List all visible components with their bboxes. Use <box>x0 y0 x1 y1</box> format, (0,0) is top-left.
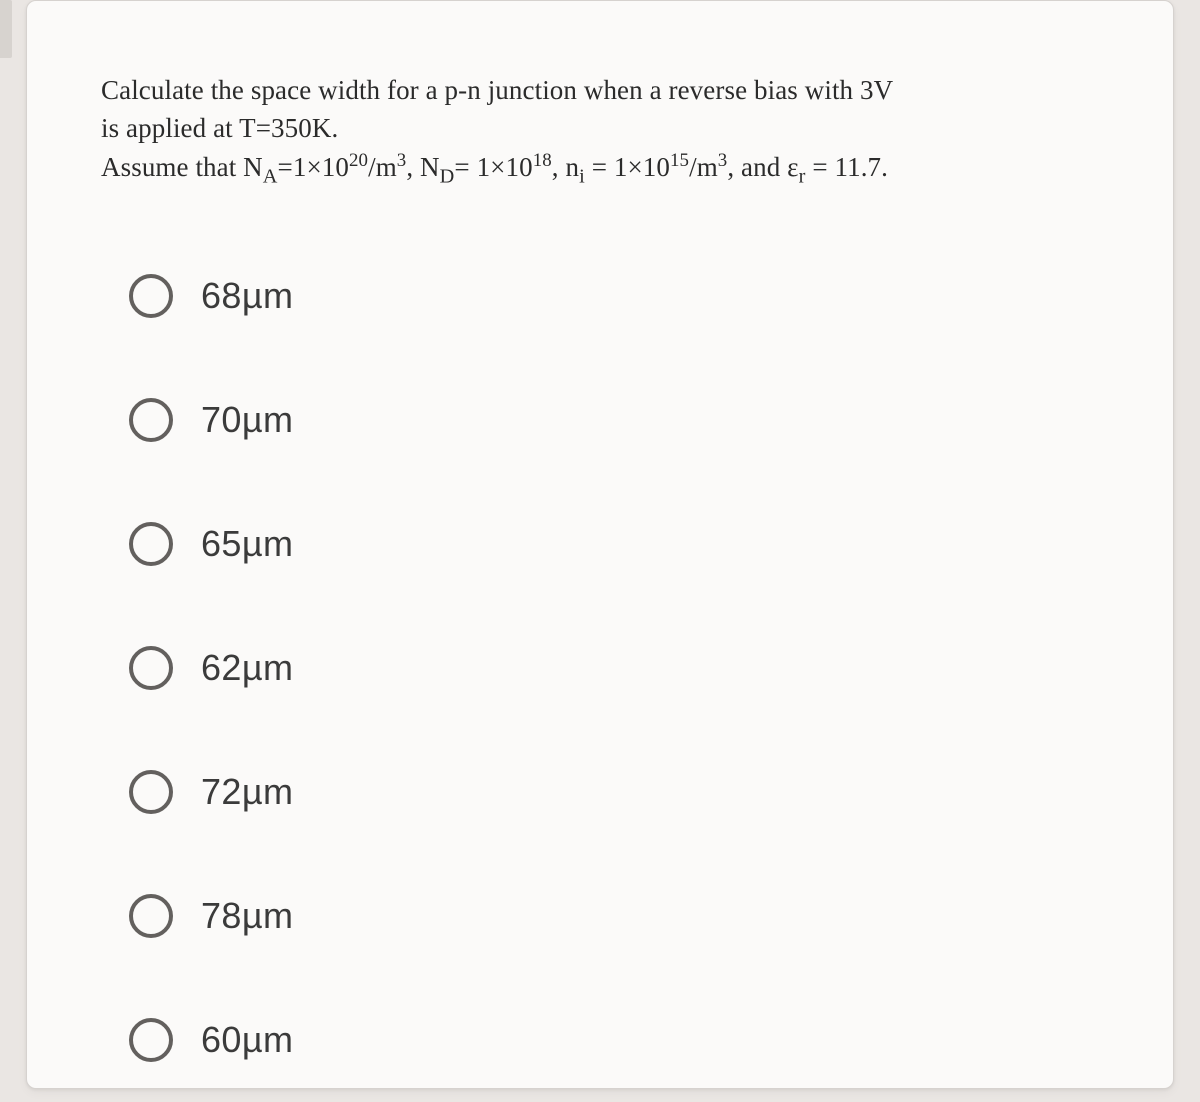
option-label: 72µm <box>201 771 293 813</box>
question-text: Calculate the space width for a p-n junc… <box>101 71 1061 186</box>
question-card: Calculate the space width for a p-n junc… <box>26 0 1174 1089</box>
sub-NA: A <box>263 165 278 187</box>
option-4[interactable]: 72µm <box>129 730 1173 854</box>
text-per-m3-b: /m <box>689 152 718 182</box>
question-line-1: Calculate the space width for a p-n junc… <box>101 75 893 105</box>
text-eq2: = 1×10 <box>454 152 532 182</box>
text-eq4: = 11.7. <box>805 152 888 182</box>
options-list: 68µm 70µm 65µm 62µm 72µm <box>101 234 1173 1102</box>
option-label: 70µm <box>201 399 293 441</box>
question-assume: Assume that NA=1×1020/m3, ND= 1×1018, ni… <box>101 152 888 182</box>
option-label: 65µm <box>201 523 293 565</box>
text-sep3: , and ε <box>727 152 798 182</box>
option-3[interactable]: 62µm <box>129 606 1173 730</box>
radio-icon[interactable] <box>129 646 173 690</box>
option-label: 62µm <box>201 647 293 689</box>
radio-icon[interactable] <box>129 274 173 318</box>
option-2[interactable]: 65µm <box>129 482 1173 606</box>
card-content: Calculate the space width for a p-n junc… <box>27 1 1173 1102</box>
radio-icon[interactable] <box>129 894 173 938</box>
option-1[interactable]: 70µm <box>129 358 1173 482</box>
sup-cubed-b: 3 <box>718 150 728 171</box>
option-6[interactable]: 60µm <box>129 978 1173 1102</box>
text-eq1: =1×10 <box>278 152 349 182</box>
option-0[interactable]: 68µm <box>129 234 1173 358</box>
sup-ni-exp: 15 <box>670 150 689 171</box>
sub-ND: D <box>440 165 455 187</box>
radio-icon[interactable] <box>129 770 173 814</box>
page-background: Calculate the space width for a p-n junc… <box>0 0 1200 1089</box>
radio-icon[interactable] <box>129 522 173 566</box>
sup-ND-exp: 18 <box>533 150 552 171</box>
left-side-marker <box>0 0 12 58</box>
sup-cubed-a: 3 <box>397 150 407 171</box>
radio-icon[interactable] <box>129 398 173 442</box>
option-label: 78µm <box>201 895 293 937</box>
text-per-m3-a: /m <box>368 152 397 182</box>
text-sep2: , n <box>552 152 579 182</box>
option-label: 60µm <box>201 1019 293 1061</box>
sup-NA-exp: 20 <box>349 150 368 171</box>
question-line-2: is applied at T=350K. <box>101 113 338 143</box>
option-label: 68µm <box>201 275 293 317</box>
text-sep1: , N <box>406 152 439 182</box>
option-5[interactable]: 78µm <box>129 854 1173 978</box>
text-assume-prefix: Assume that N <box>101 152 263 182</box>
radio-icon[interactable] <box>129 1018 173 1062</box>
text-eq3: = 1×10 <box>585 152 670 182</box>
